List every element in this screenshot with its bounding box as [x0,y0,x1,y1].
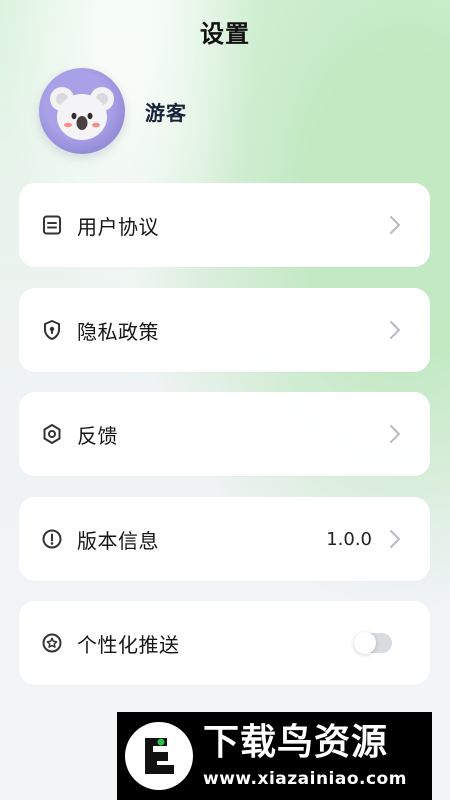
menu-item-label: 版本信息 [77,528,159,553]
shield-icon [41,319,63,341]
watermark-logo [125,722,193,790]
star-icon [41,632,63,654]
toggle-knob [354,632,376,654]
chevron-right-icon [384,423,406,445]
username: 游客 [145,100,187,125]
koala-avatar-icon [39,68,125,154]
settings-screen: 设置 游客 用户协议 隐私政策 反馈 版本信息 1.0.0 个性化推送 下载鸟资… [0,0,450,800]
info-icon [41,528,63,550]
watermark-title: 下载鸟资源 [203,721,389,763]
watermark-subtitle: www.xiazainiao.com [203,768,407,789]
menu-item-label: 用户协议 [77,214,159,239]
menu-item-version-info[interactable]: 版本信息 1.0.0 [19,497,430,581]
koala-avatar-icon [50,87,114,140]
menu-item-label: 反馈 [77,423,118,448]
menu-item-label: 隐私政策 [77,319,159,344]
menu-item-user-agreement[interactable]: 用户协议 [19,183,430,267]
menu-item-feedback[interactable]: 反馈 [19,392,430,476]
profile-section[interactable]: 游客 [39,68,187,154]
personalized-push-toggle[interactable] [354,632,392,654]
menu-item-label: 个性化推送 [77,632,180,657]
version-value: 1.0.0 [326,528,372,550]
chevron-right-icon [384,528,406,550]
page-title: 设置 [200,20,250,48]
document-icon [41,214,63,236]
hexagon-icon [41,423,63,445]
menu-item-personalized-push[interactable]: 个性化推送 [19,601,430,685]
watermark-banner: 下载鸟资源 www.xiazainiao.com [117,712,432,800]
chevron-right-icon [384,319,406,341]
chevron-right-icon [384,214,406,236]
menu-item-privacy-policy[interactable]: 隐私政策 [19,288,430,372]
